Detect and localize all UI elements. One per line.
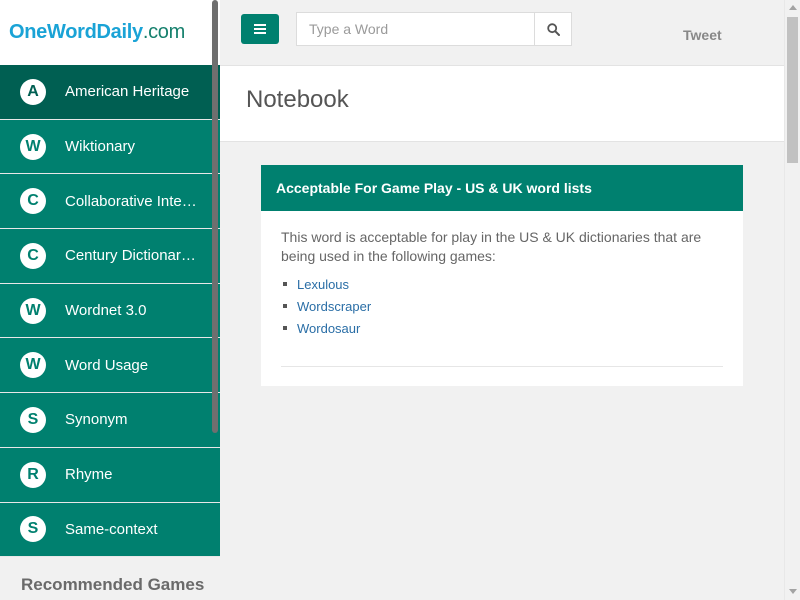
- search-button[interactable]: [534, 13, 571, 45]
- page-title-bar: Notebook: [220, 65, 784, 142]
- menu-toggle-button[interactable]: [241, 14, 279, 44]
- card-body: This word is acceptable for play in the …: [261, 211, 743, 340]
- page-title: Notebook: [246, 86, 349, 113]
- top-header: Tweet: [220, 0, 784, 65]
- game-link-wordosaur[interactable]: Wordosaur: [297, 321, 360, 336]
- list-item: Wordosaur: [281, 318, 723, 340]
- sidebar-item-label: Same-context: [65, 520, 158, 538]
- sidebar-item-label: Wordnet 3.0: [65, 302, 147, 320]
- letter-badge-icon: R: [20, 461, 46, 488]
- sidebar-item-label: Wiktionary: [65, 138, 136, 156]
- bullet-icon: [283, 304, 287, 309]
- letter-badge-icon: W: [20, 133, 46, 160]
- sidebar-item-american-heritage[interactable]: A American Heritage: [0, 65, 220, 120]
- page-scrollbar[interactable]: [784, 0, 800, 600]
- letter-badge-icon: A: [20, 78, 46, 105]
- list-item: Wordscraper: [281, 296, 723, 318]
- tweet-button[interactable]: Tweet: [683, 27, 722, 43]
- sidebar-item-label: Century Dictionary and Cyclopedia: [65, 247, 200, 265]
- hamburger-icon: [254, 24, 266, 34]
- game-link-lexulous[interactable]: Lexulous: [297, 277, 349, 292]
- sidebar-item-century-dictionary[interactable]: C Century Dictionary and Cyclopedia: [0, 229, 220, 284]
- bullet-icon: [283, 282, 287, 287]
- card-title: Acceptable For Game Play - US & UK word …: [261, 165, 743, 211]
- scroll-down-arrow-icon[interactable]: [789, 589, 797, 594]
- logo-text-main: OneWordDaily: [9, 21, 143, 43]
- recommended-games-heading: Recommended Games: [21, 575, 205, 595]
- sidebar-item-word-usage[interactable]: W Word Usage: [0, 338, 220, 394]
- scroll-thumb[interactable]: [787, 17, 798, 163]
- list-item: Lexulous: [281, 274, 723, 296]
- sidebar: OneWordDaily .com A American Heritage W W…: [0, 0, 220, 600]
- sidebar-item-wiktionary[interactable]: W Wiktionary: [0, 119, 220, 175]
- sidebar-scrollbar[interactable]: [212, 0, 218, 433]
- card-description: This word is acceptable for play in the …: [281, 229, 702, 264]
- sidebar-item-label: Synonym: [65, 411, 128, 429]
- logo-text-domain: .com: [142, 21, 185, 43]
- sidebar-item-label: Collaborative International Dictionary: [65, 192, 200, 210]
- letter-badge-icon: S: [20, 406, 46, 433]
- sidebar-item-same-context[interactable]: S Same-context: [0, 502, 220, 558]
- games-list: Lexulous Wordscraper Wordosaur: [281, 274, 723, 340]
- bullet-icon: [283, 326, 287, 331]
- letter-badge-icon: W: [20, 297, 46, 324]
- search-icon: [546, 22, 560, 36]
- sidebar-item-label: Word Usage: [65, 356, 149, 374]
- site-logo[interactable]: OneWordDaily .com: [0, 0, 220, 65]
- sidebar-item-label: Rhyme: [65, 466, 113, 484]
- letter-badge-icon: W: [20, 352, 46, 379]
- sidebar-item-synonym[interactable]: S Synonym: [0, 393, 220, 448]
- letter-badge-icon: C: [20, 242, 46, 269]
- sidebar-item-collaborative-international[interactable]: C Collaborative International Dictionary: [0, 174, 220, 230]
- sidebar-item-label: American Heritage: [65, 83, 190, 101]
- search-input[interactable]: [297, 13, 534, 45]
- search-box: [296, 12, 572, 46]
- scroll-up-arrow-icon[interactable]: [789, 5, 797, 10]
- letter-badge-icon: C: [20, 188, 46, 215]
- sidebar-item-rhyme[interactable]: R Rhyme: [0, 447, 220, 503]
- letter-badge-icon: S: [20, 516, 46, 543]
- card-divider: [281, 366, 723, 367]
- game-play-card: Acceptable For Game Play - US & UK word …: [261, 165, 743, 386]
- sidebar-item-wordnet[interactable]: W Wordnet 3.0: [0, 283, 220, 339]
- game-link-wordscraper[interactable]: Wordscraper: [297, 299, 371, 314]
